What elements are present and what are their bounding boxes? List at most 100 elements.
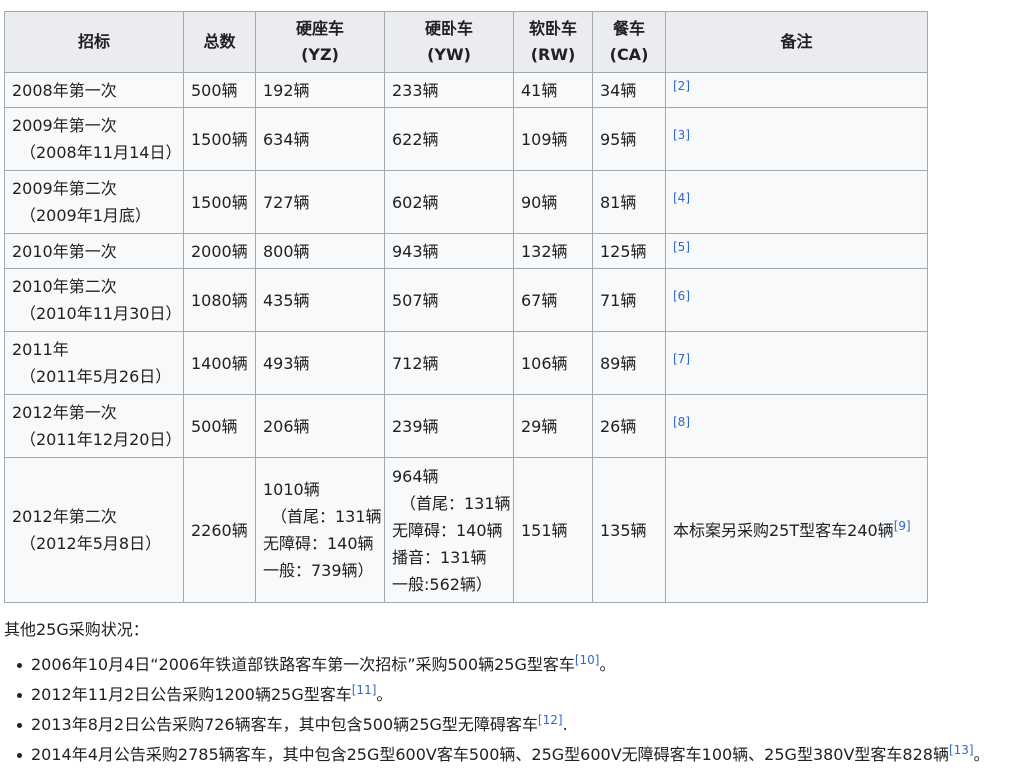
bullet-icon — [17, 753, 22, 758]
bid-cell: 2011年 （2011年5月26日） — [4, 331, 184, 395]
note-text: 本标案另采购25T型客车240辆 — [673, 520, 894, 540]
table-row: 2011年 （2011年5月26日） 1400辆 493辆 712辆 106辆 89辆 [7] — [4, 331, 928, 395]
reference-link[interactable]: [12] — [538, 713, 563, 727]
list-item: 2014年4月公告采购2785辆客车，其中包含25G型600V客车500辆、25… — [14, 740, 990, 770]
table-row: 2009年第一次 （2008年11月14日） 1500辆 634辆 622辆 109辆 95… — [4, 107, 928, 171]
reference-link[interactable]: [8] — [673, 415, 690, 429]
yw-value: 712辆 — [392, 353, 439, 373]
total-cell: 1400辆 — [183, 331, 256, 395]
column-header[interactable]: 硬卧车 (YW) — [384, 11, 514, 73]
note-cell: [3] — [665, 107, 928, 171]
total-cell: 500辆 — [183, 72, 256, 108]
yw-value: 239辆 — [392, 416, 439, 436]
ca-value: 34辆 — [600, 80, 637, 100]
yw-cell: 943辆 — [384, 233, 514, 269]
yw-cell: 964辆 （首尾：131辆 无障碍：140辆 播音：131辆 一般:562辆） — [384, 457, 514, 603]
list-item: 2013年8月2日公告采购726辆客车，其中包含500辆25G型无障碍客车[12… — [14, 710, 990, 740]
column-header[interactable]: 软卧车 (RW) — [513, 11, 593, 73]
bullet-icon — [17, 693, 22, 698]
column-header-label: 备注 — [780, 32, 813, 51]
column-header-code: (YW) — [427, 45, 471, 64]
reference-link[interactable]: [11] — [352, 683, 377, 697]
table-row: 2010年第一次 2000辆 800辆 943辆 132辆 125辆 [5] — [4, 233, 928, 269]
bid-title: 2011年 — [12, 340, 69, 359]
list-item-tail: 。 — [973, 745, 990, 764]
rw-value: 106辆 — [521, 353, 568, 373]
reference-superscript: [8] — [673, 415, 690, 429]
bid-title: 2009年第二次 — [12, 179, 117, 198]
yz-value: 727辆 — [263, 192, 310, 212]
bullet-icon — [17, 723, 22, 728]
yz-cell: 206辆 — [255, 394, 385, 458]
note-cell: [6] — [665, 268, 928, 332]
rw-cell: 29辆 — [513, 394, 593, 458]
table-row: 2012年第一次 （2011年12月20日） 500辆 206辆 239辆 29辆 26辆 [… — [4, 394, 928, 458]
column-header[interactable]: 总数 — [183, 11, 256, 73]
bid-title: 2008年第一次 — [12, 80, 117, 100]
bid-title: 2010年第二次 — [12, 277, 117, 296]
note-cell: [2] — [665, 72, 928, 108]
yw-value: 无障碍：140辆 — [392, 520, 503, 540]
reference-link[interactable]: [13] — [949, 743, 974, 757]
total-value: 1080辆 — [191, 290, 248, 310]
reference-link[interactable]: [10] — [575, 653, 600, 667]
ca-value: 81辆 — [600, 192, 637, 212]
ca-cell: 125辆 — [592, 233, 666, 269]
note-line: [7] — [673, 350, 920, 377]
ca-cell: 26辆 — [592, 394, 666, 458]
rw-value: 29辆 — [521, 416, 558, 436]
reference-link[interactable]: [7] — [673, 352, 690, 366]
column-header[interactable]: 招标 — [4, 11, 184, 73]
column-header[interactable]: 备注 — [665, 11, 928, 73]
yw-cell: 507辆 — [384, 268, 514, 332]
ca-cell: 34辆 — [592, 72, 666, 108]
table-row: 2010年第二次 （2010年11月30日） 1080辆 435辆 507辆 67辆 71辆… — [4, 268, 928, 332]
total-cell: 1500辆 — [183, 107, 256, 171]
table-row: 2008年第一次 500辆 192辆 233辆 41辆 34辆 [2] — [4, 72, 928, 108]
yw-value: 602辆 — [392, 192, 439, 212]
bid-title: 2009年第一次 — [12, 116, 117, 135]
bid-date: （2008年11月14日） — [20, 143, 182, 162]
yw-cell: 712辆 — [384, 331, 514, 395]
yw-value: 964辆 — [392, 466, 439, 486]
column-header-label: 硬卧车 — [424, 19, 473, 38]
ca-value: 26辆 — [600, 416, 637, 436]
other-procurement-heading: 其他25G采购状况： — [4, 620, 149, 639]
note-line: 本标案另采购25T型客车240辆[9] — [673, 517, 920, 544]
reference-link[interactable]: [4] — [673, 191, 690, 205]
rw-value: 90辆 — [521, 192, 558, 212]
yz-cell: 493辆 — [255, 331, 385, 395]
reference-superscript: [2] — [673, 79, 690, 93]
reference-link[interactable]: [2] — [673, 79, 690, 93]
column-header-code: (YZ) — [301, 45, 339, 64]
yz-value: （首尾：131辆 — [271, 507, 382, 526]
note-line: [3] — [673, 126, 920, 153]
other-procurement-list: 2006年10月4日“2006年铁道部铁路客车第一次招标”采购500辆25G型客… — [14, 650, 990, 770]
column-header[interactable]: 硬座车 (YZ) — [255, 11, 385, 73]
total-value: 500辆 — [191, 80, 238, 100]
reference-superscript: [7] — [673, 352, 690, 366]
rw-cell: 132辆 — [513, 233, 593, 269]
reference-link[interactable]: [9] — [894, 519, 911, 533]
rw-value: 109辆 — [521, 129, 568, 149]
list-item-text: 2013年8月2日公告采购726辆客车，其中包含500辆25G型无障碍客车 — [31, 715, 538, 734]
reference-superscript: [13] — [949, 743, 974, 757]
note-cell: [5] — [665, 233, 928, 269]
yz-value: 206辆 — [263, 416, 310, 436]
reference-link[interactable]: [6] — [673, 289, 690, 303]
column-header-label: 硬座车 — [295, 19, 344, 38]
ca-value: 89辆 — [600, 353, 637, 373]
reference-link[interactable]: [3] — [673, 128, 690, 142]
yw-value: 943辆 — [392, 241, 439, 261]
rw-cell: 90辆 — [513, 170, 593, 234]
ca-value: 71辆 — [600, 290, 637, 310]
yz-cell: 634辆 — [255, 107, 385, 171]
reference-link[interactable]: [5] — [673, 240, 690, 254]
reference-superscript: [9] — [894, 519, 911, 533]
yz-value: 1010辆 — [263, 480, 320, 499]
bid-date: （2012年5月8日） — [20, 534, 162, 553]
rw-cell: 106辆 — [513, 331, 593, 395]
column-header[interactable]: 餐车 (CA) — [592, 11, 666, 73]
total-value: 2000辆 — [191, 241, 248, 261]
note-line: [8] — [673, 413, 920, 440]
